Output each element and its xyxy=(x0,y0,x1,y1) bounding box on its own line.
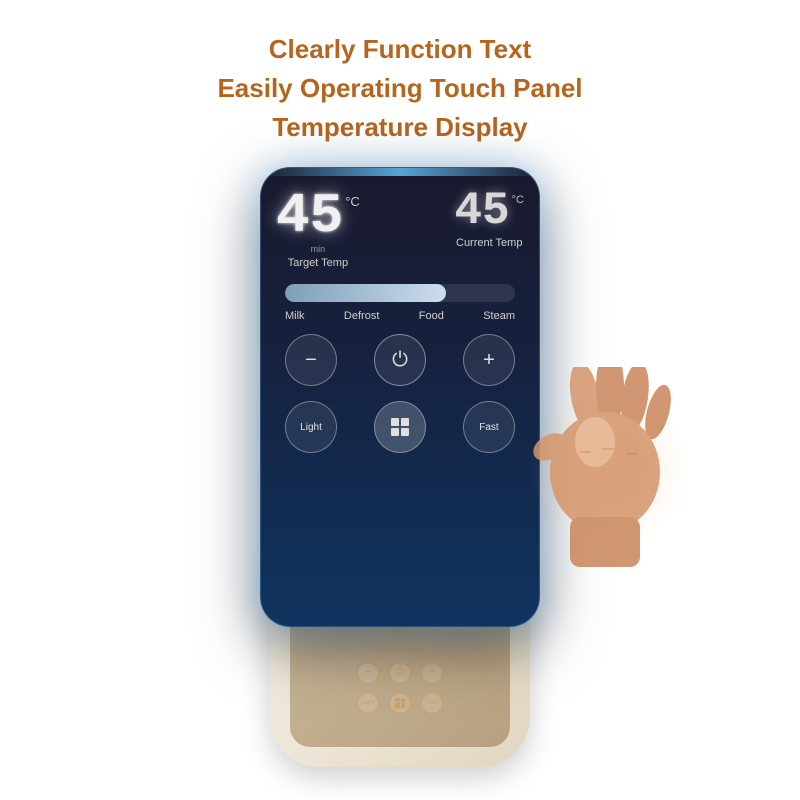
header-block: Clearly Function Text Easily Operating T… xyxy=(217,30,582,147)
target-temp-row: 45 °C xyxy=(276,188,360,244)
fast-label: Fast xyxy=(479,422,498,433)
mini-plus-btn[interactable]: + xyxy=(421,662,443,684)
mini-grid-c2 xyxy=(401,698,406,703)
bottom-controls-row: Light Fast xyxy=(285,401,515,453)
grid-cell-4 xyxy=(401,428,409,436)
mini-plus-icon: + xyxy=(429,667,435,678)
mini-grid-c1 xyxy=(395,698,400,703)
mini-fast-label: Fast xyxy=(426,700,438,706)
mini-controls-row-1: − ⏻ + xyxy=(357,662,443,684)
power-icon: ⏻ xyxy=(392,349,408,372)
grid-cell-2 xyxy=(401,418,409,426)
mini-grid-icon xyxy=(395,698,405,708)
plus-icon: + xyxy=(483,349,495,372)
hand-aura xyxy=(530,387,690,547)
mini-power-icon: ⏻ xyxy=(396,667,404,678)
light-button[interactable]: Light xyxy=(285,401,337,453)
progress-bar-fill xyxy=(285,284,446,302)
panel-glow xyxy=(261,168,539,176)
min-label: min xyxy=(311,244,326,254)
progress-bar-container xyxy=(285,284,515,302)
mode-defrost[interactable]: Defrost xyxy=(344,310,379,322)
current-temp-section: 45 °C Current Temp xyxy=(454,188,524,249)
temp-display-area: 45 °C min Target Temp 45 °C Current Temp xyxy=(276,188,524,269)
plus-button[interactable]: + xyxy=(463,334,515,386)
grid-cell-3 xyxy=(391,428,399,436)
mini-grid-btn[interactable] xyxy=(389,692,411,714)
current-temp-value: 45 xyxy=(454,188,509,234)
mini-target-label: Target Temp xyxy=(378,645,422,654)
mini-minus-btn[interactable]: − xyxy=(357,662,379,684)
minus-icon: − xyxy=(305,349,317,372)
mini-fast-btn[interactable]: Fast xyxy=(421,692,443,714)
mini-light-label: Light xyxy=(361,700,374,706)
mini-power-btn[interactable]: ⏻ xyxy=(389,662,411,684)
power-button[interactable]: ⏻ xyxy=(374,334,426,386)
minus-button[interactable]: − xyxy=(285,334,337,386)
mini-grid-c4 xyxy=(401,703,406,708)
mode-milk[interactable]: Milk xyxy=(285,310,305,322)
header-line2: Easily Operating Touch Panel xyxy=(217,69,582,108)
current-celsius: °C xyxy=(512,194,524,206)
target-temp-section: 45 °C min Target Temp xyxy=(276,188,360,269)
mode-labels: Milk Defrost Food Steam xyxy=(285,310,515,322)
touch-panel: 45 °C min Target Temp 45 °C Current Temp… xyxy=(260,167,540,627)
main-controls-row: − ⏻ + xyxy=(285,334,515,386)
scene-container: 45 °C min Target Temp 45 °C Current Temp… xyxy=(150,167,650,767)
current-temp-row: 45 °C xyxy=(454,188,524,234)
target-temp-value: 45 xyxy=(276,188,343,244)
mini-light-btn[interactable]: Light xyxy=(357,692,379,714)
mini-controls-row-2: Light Fast xyxy=(357,692,443,714)
target-temp-label: Target Temp xyxy=(288,257,348,269)
mini-grid-c3 xyxy=(395,703,400,708)
header-line1: Clearly Function Text xyxy=(217,30,582,69)
mode-steam[interactable]: Steam xyxy=(483,310,515,322)
header-line3: Temperature Display xyxy=(217,108,582,147)
mini-minus-icon: − xyxy=(365,667,371,678)
light-label: Light xyxy=(300,422,322,433)
fast-button[interactable]: Fast xyxy=(463,401,515,453)
target-celsius: °C xyxy=(345,194,360,209)
grid-cell-1 xyxy=(391,418,399,426)
grid-button[interactable] xyxy=(374,401,426,453)
current-temp-label: Current Temp xyxy=(456,237,522,249)
mode-food[interactable]: Food xyxy=(419,310,444,322)
grid-icon xyxy=(391,418,409,436)
